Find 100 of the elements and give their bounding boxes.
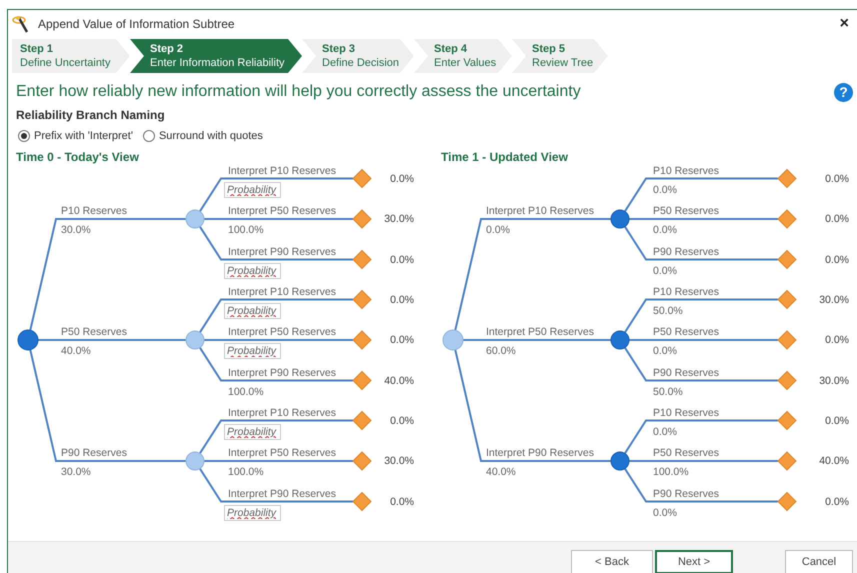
probability-field[interactable]: Probability <box>224 343 281 359</box>
payoff-value: 30.0% <box>383 455 414 467</box>
wizard-button[interactable]: Next > <box>655 550 733 573</box>
branch-label: P10 Reserves <box>61 205 127 217</box>
outcome-label: P90 Reserves <box>653 246 719 258</box>
window-title: Append Value of Information Subtree <box>38 16 235 33</box>
payoff-value: 40.0% <box>383 374 414 386</box>
outcome-label: P10 Reserves <box>653 286 719 298</box>
radio-option[interactable]: Surround with quotes <box>142 128 263 144</box>
payoff-value: 0.0% <box>389 172 414 184</box>
payoff-value: 0.0% <box>389 414 414 426</box>
payoff-value: 30.0% <box>818 374 849 386</box>
outcome-label: P50 Reserves <box>653 447 719 459</box>
probability-value: 100.0% <box>653 466 689 478</box>
payoff-value: 0.0% <box>824 334 849 346</box>
end-node <box>352 168 372 188</box>
probability-value: 30.0% <box>61 224 91 236</box>
payoff-value: 0.0% <box>824 213 849 225</box>
outcome-label: Interpret P10 Reserves <box>228 164 336 176</box>
outcome-label: Interpret P90 Reserves <box>228 246 336 258</box>
payoff-value: 0.0% <box>824 414 849 426</box>
end-node <box>352 451 372 471</box>
outcome-label: P10 Reserves <box>653 406 719 418</box>
end-node <box>352 250 372 270</box>
wizard-step[interactable]: Step 3 Define Decision <box>302 39 414 73</box>
probability-value: 100.0% <box>228 466 264 478</box>
outcome-label: Interpret P10 Reserves <box>228 286 336 298</box>
end-node <box>777 250 797 270</box>
outcome-label: Interpret P50 Reserves <box>228 447 336 459</box>
probability-value: 40.0% <box>61 345 91 357</box>
payoff-value: 0.0% <box>389 334 414 346</box>
outcome-label: Interpret P90 Reserves <box>228 366 336 378</box>
close-button[interactable]: × <box>840 12 849 36</box>
outcome-label: Interpret P10 Reserves <box>228 406 336 418</box>
probability-field[interactable]: Probability <box>224 302 281 318</box>
end-node <box>352 410 372 430</box>
probability-value: 30.0% <box>61 466 91 478</box>
probability-value: 50.0% <box>653 304 683 316</box>
outcome-label: P90 Reserves <box>653 366 719 378</box>
probability-field[interactable]: Probability <box>224 262 281 278</box>
branch-label: P50 Reserves <box>61 326 127 338</box>
probability-value: 100.0% <box>228 386 264 398</box>
payoff-value: 0.0% <box>824 254 849 266</box>
wizard-button[interactable]: Cancel <box>785 550 853 573</box>
end-node <box>352 370 372 390</box>
probability-value: 60.0% <box>486 345 516 357</box>
probability-value: 0.0% <box>653 264 677 276</box>
radio-option[interactable]: Prefix with 'Interpret' <box>18 128 133 144</box>
probability-field[interactable]: Probability <box>224 504 281 520</box>
outcome-label: P10 Reserves <box>653 164 719 176</box>
outcome-label: P90 Reserves <box>653 488 719 500</box>
end-node <box>352 209 372 229</box>
end-node <box>777 330 797 350</box>
probability-field[interactable]: Probability <box>224 424 281 440</box>
probability-value: 0.0% <box>653 184 677 196</box>
payoff-value: 40.0% <box>818 455 849 467</box>
payoff-value: 30.0% <box>383 213 414 225</box>
wizard-button[interactable]: < Back <box>571 550 653 573</box>
end-node <box>777 410 797 430</box>
wizard-step[interactable]: Step 1 Define Uncertainty <box>12 39 130 73</box>
end-node <box>352 290 372 310</box>
probability-value: 0.0% <box>653 426 677 438</box>
instruction-heading: Enter how reliably new information will help you correctly assess the uncertainty <box>16 82 581 102</box>
probability-value: 0.0% <box>486 224 510 236</box>
wizard-step[interactable]: Step 2 Enter Information Reliability <box>130 39 302 73</box>
probability-value: 0.0% <box>653 345 677 357</box>
tree-title: Time 0 - Today's View <box>16 149 140 164</box>
probability-value: 0.0% <box>653 224 677 236</box>
end-node <box>352 330 372 350</box>
probability-value: 50.0% <box>653 386 683 398</box>
end-node <box>777 290 797 310</box>
end-node <box>777 370 797 390</box>
branch-label: Interpret P10 Reserves <box>486 205 594 217</box>
section-label: Reliability Branch Naming <box>15 107 166 124</box>
outcome-label: Interpret P50 Reserves <box>228 205 336 217</box>
end-node <box>777 451 797 471</box>
probability-value: 100.0% <box>228 224 264 236</box>
wizard-step[interactable]: Step 4 Enter Values <box>414 39 512 73</box>
end-node <box>777 168 797 188</box>
branch-label: P90 Reserves <box>61 447 127 459</box>
wizard-step[interactable]: Step 5 Review Tree <box>512 39 608 73</box>
payoff-value: 0.0% <box>389 294 414 306</box>
outcome-label: P50 Reserves <box>653 326 719 338</box>
branch-label: Interpret P90 Reserves <box>486 447 594 459</box>
outcome-label: P50 Reserves <box>653 205 719 217</box>
outcome-label: Interpret P50 Reserves <box>228 326 336 338</box>
payoff-value: 0.0% <box>824 172 849 184</box>
help-button[interactable]: ? <box>834 82 853 102</box>
probability-value: 0.0% <box>653 506 677 518</box>
probability-value: 40.0% <box>486 466 516 478</box>
payoff-value: 0.0% <box>824 496 849 508</box>
payoff-value: 0.0% <box>389 254 414 266</box>
probability-field[interactable]: Probability <box>224 182 281 198</box>
payoff-value: 30.0% <box>818 294 849 306</box>
tree-title: Time 1 - Updated View <box>441 149 569 164</box>
branch-label: Interpret P50 Reserves <box>486 326 594 338</box>
end-node <box>777 209 797 229</box>
end-node <box>352 492 372 512</box>
outcome-label: Interpret P90 Reserves <box>228 488 336 500</box>
payoff-value: 0.0% <box>389 496 414 508</box>
